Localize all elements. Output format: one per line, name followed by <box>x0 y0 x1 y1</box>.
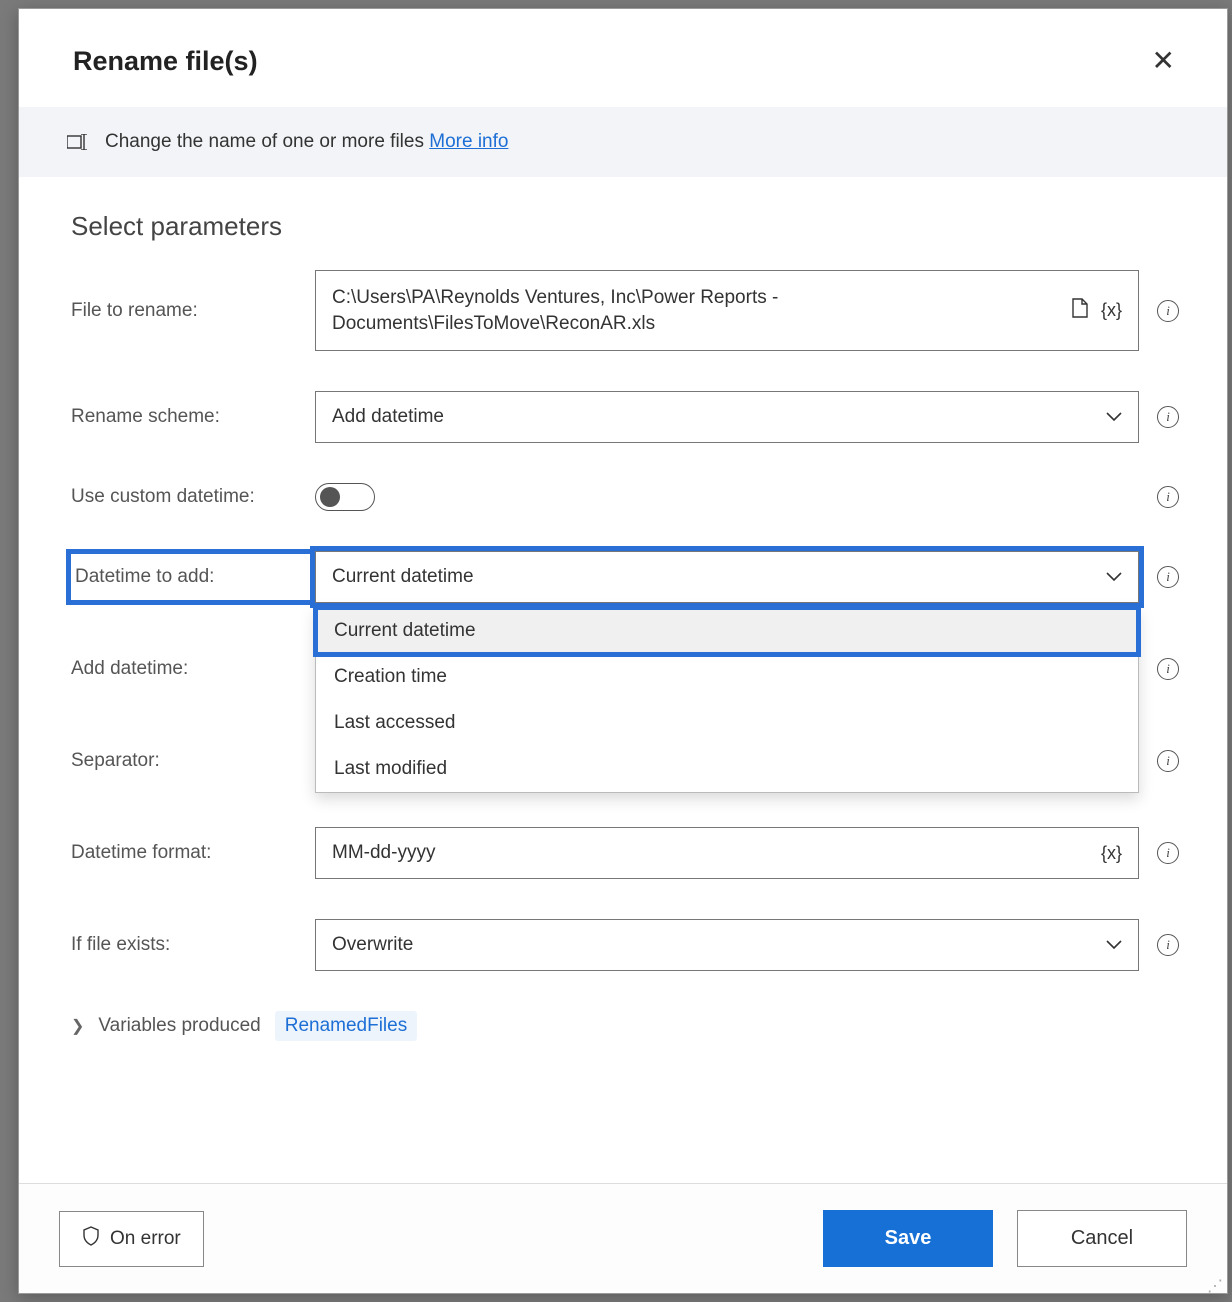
info-icon[interactable]: i <box>1157 934 1179 956</box>
chevron-down-icon <box>1106 572 1122 582</box>
rename-icon <box>67 134 89 150</box>
dialog-infobar: Change the name of one or more files Mor… <box>19 107 1227 177</box>
dropdown-option-last-accessed[interactable]: Last accessed <box>316 700 1138 746</box>
dropdown-option-last-modified[interactable]: Last modified <box>316 746 1138 792</box>
info-icon[interactable]: i <box>1157 486 1179 508</box>
info-icon[interactable]: i <box>1157 300 1179 322</box>
chevron-right-icon: ❯ <box>71 1016 84 1036</box>
info-icon[interactable]: i <box>1157 658 1179 680</box>
variable-picker-icon[interactable]: {x} <box>1101 843 1122 864</box>
variables-produced-row[interactable]: ❯ Variables produced RenamedFiles <box>71 1011 1179 1041</box>
row-use-custom-datetime: Use custom datetime: i <box>71 483 1179 511</box>
resize-grip-icon[interactable]: ⋰ <box>1207 1283 1225 1291</box>
variables-produced-label: Variables produced <box>98 1015 260 1037</box>
row-file-to-rename: File to rename: C:\Users\PA\Reynolds Ven… <box>71 270 1179 351</box>
dropdown-option-creation-time[interactable]: Creation time <box>316 654 1138 700</box>
shield-icon <box>82 1226 100 1252</box>
info-text: Change the name of one or more files Mor… <box>105 131 508 153</box>
label-rename-scheme: Rename scheme: <box>71 406 315 428</box>
chevron-down-icon <box>1106 940 1122 950</box>
variable-pill-renamedfiles[interactable]: RenamedFiles <box>275 1011 418 1041</box>
info-icon[interactable]: i <box>1157 842 1179 864</box>
label-if-file-exists: If file exists: <box>71 934 315 956</box>
info-icon[interactable]: i <box>1157 406 1179 428</box>
variable-picker-icon[interactable]: {x} <box>1101 300 1122 321</box>
save-button[interactable]: Save <box>823 1210 993 1267</box>
cancel-button[interactable]: Cancel <box>1017 1210 1187 1267</box>
use-custom-toggle[interactable] <box>315 483 375 511</box>
label-separator: Separator: <box>71 750 315 772</box>
rename-files-dialog: Rename file(s) ✕ Change the name of one … <box>18 8 1228 1294</box>
dialog-body: Select parameters File to rename: C:\Use… <box>19 177 1227 1183</box>
chevron-down-icon <box>1106 412 1122 422</box>
dialog-title: Rename file(s) <box>73 46 258 77</box>
info-icon[interactable]: i <box>1157 566 1179 588</box>
file-to-rename-input[interactable]: C:\Users\PA\Reynolds Ventures, Inc\Power… <box>315 270 1139 351</box>
rename-scheme-select[interactable]: Add datetime <box>315 391 1139 443</box>
label-datetime-to-add: Datetime to add: <box>71 554 315 600</box>
close-icon[interactable]: ✕ <box>1144 43 1183 79</box>
dialog-titlebar: Rename file(s) ✕ <box>19 9 1227 107</box>
row-datetime-to-add: Datetime to add: Current datetime Curren… <box>71 551 1179 603</box>
row-if-file-exists: If file exists: Overwrite i <box>71 919 1179 971</box>
info-icon[interactable]: i <box>1157 750 1179 772</box>
section-title: Select parameters <box>71 211 1179 242</box>
label-file-to-rename: File to rename: <box>71 300 315 322</box>
row-datetime-format: Datetime format: MM-dd-yyyy {x} i <box>71 827 1179 879</box>
file-picker-icon[interactable] <box>1071 298 1089 323</box>
row-rename-scheme: Rename scheme: Add datetime i <box>71 391 1179 443</box>
datetime-to-add-select[interactable]: Current datetime <box>315 551 1139 603</box>
dropdown-option-current-datetime[interactable]: Current datetime <box>316 608 1138 654</box>
datetime-format-input[interactable]: MM-dd-yyyy {x} <box>315 827 1139 879</box>
label-use-custom: Use custom datetime: <box>71 486 315 508</box>
label-add-datetime: Add datetime: <box>71 658 315 680</box>
if-file-exists-select[interactable]: Overwrite <box>315 919 1139 971</box>
on-error-button[interactable]: On error <box>59 1211 204 1267</box>
datetime-to-add-dropdown: Current datetime Creation time Last acce… <box>315 607 1139 793</box>
toggle-knob <box>320 487 340 507</box>
label-datetime-format: Datetime format: <box>71 842 315 864</box>
more-info-link[interactable]: More info <box>429 131 508 152</box>
dialog-footer: On error Save Cancel ⋰ <box>19 1183 1227 1293</box>
